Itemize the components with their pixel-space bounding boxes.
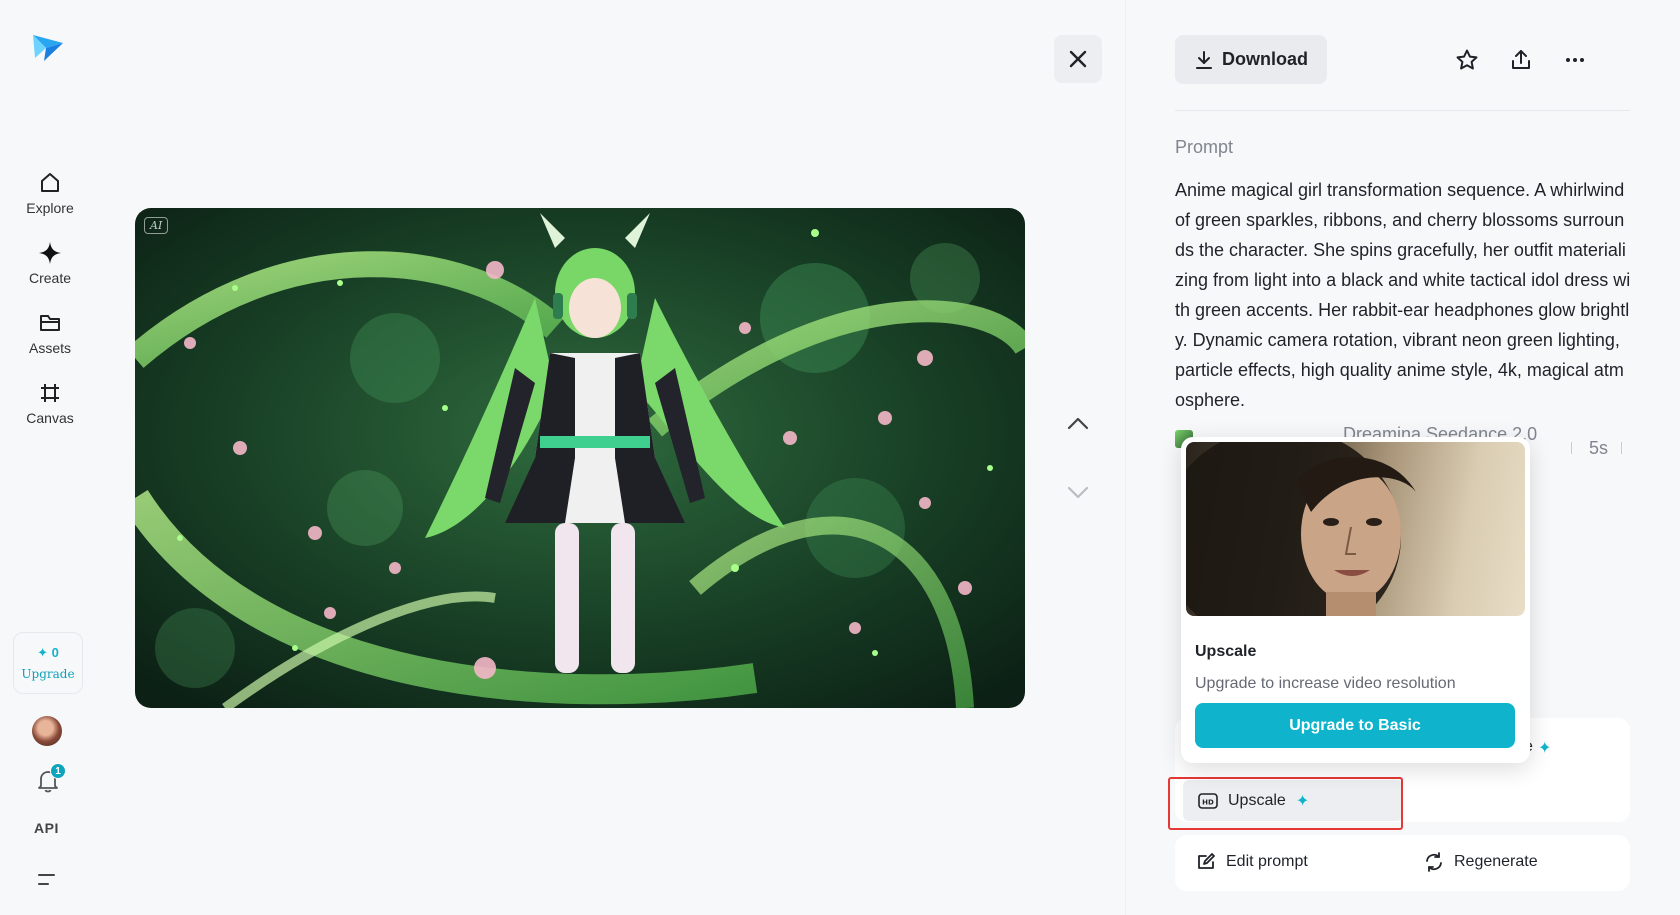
favorite-button[interactable] bbox=[1454, 47, 1480, 73]
hd-icon: HD bbox=[1198, 792, 1218, 809]
header-divider bbox=[1175, 110, 1630, 111]
more-options-button[interactable] bbox=[1562, 47, 1588, 73]
sidebar-item-explore[interactable]: Explore bbox=[0, 170, 100, 240]
api-link[interactable]: API bbox=[34, 820, 59, 836]
upscale-preview-image bbox=[1186, 442, 1525, 616]
sparkle-icon bbox=[37, 240, 63, 266]
prompt-text: Anime magical girl transformation sequen… bbox=[1175, 180, 1631, 410]
folder-icon bbox=[37, 310, 63, 336]
sidebar-item-label: Canvas bbox=[26, 410, 74, 426]
ai-generated-badge: AI bbox=[144, 217, 169, 234]
home-icon bbox=[37, 170, 63, 196]
generated-video-frame bbox=[135, 208, 1025, 708]
sidebar-item-label: Explore bbox=[26, 200, 74, 216]
close-button[interactable] bbox=[1054, 35, 1102, 83]
sidebar-item-create[interactable]: Create bbox=[0, 240, 100, 310]
app-logo[interactable] bbox=[30, 30, 66, 66]
refresh-icon bbox=[1426, 852, 1442, 872]
meta-separator bbox=[1621, 442, 1622, 454]
sidebar-item-assets[interactable]: Assets bbox=[0, 310, 100, 380]
notification-badge: 1 bbox=[50, 763, 66, 779]
svg-text:HD: HD bbox=[1202, 798, 1214, 806]
sidebar: Explore Create Assets Canvas ✦ 0 Upgrade bbox=[0, 0, 100, 915]
sidebar-nav: Explore Create Assets Canvas bbox=[0, 170, 100, 450]
upscale-upgrade-popover: Upscale Upgrade to increase video resolu… bbox=[1181, 437, 1530, 763]
upgrade-card[interactable]: ✦ 0 Upgrade bbox=[13, 632, 83, 694]
share-icon bbox=[1512, 50, 1530, 69]
star-icon bbox=[1456, 49, 1478, 70]
upgrade-label: Upgrade bbox=[21, 667, 75, 681]
upscale-button[interactable]: HD Upscale ✦ bbox=[1183, 780, 1403, 821]
panel-divider bbox=[1125, 0, 1126, 915]
avatar[interactable] bbox=[32, 716, 62, 746]
meta-separator bbox=[1571, 442, 1572, 454]
sidebar-item-label: Create bbox=[28, 270, 72, 286]
popover-title: Upscale bbox=[1195, 643, 1257, 660]
premium-sparkle-icon: ✦ bbox=[1295, 792, 1310, 810]
more-icon bbox=[1566, 58, 1584, 62]
edit-prompt-button[interactable]: Edit prompt bbox=[1196, 852, 1308, 872]
sidebar-item-canvas[interactable]: Canvas bbox=[0, 380, 100, 450]
duration-value: 5s bbox=[1589, 438, 1609, 458]
close-icon bbox=[1069, 50, 1087, 68]
sparkle-icon: ✦ bbox=[1538, 740, 1552, 757]
upscale-label: Upscale bbox=[1228, 791, 1286, 809]
next-item-button[interactable] bbox=[1064, 478, 1092, 506]
previous-item-button[interactable] bbox=[1064, 410, 1092, 438]
edit-icon bbox=[1198, 853, 1215, 869]
upgrade-to-basic-button[interactable]: Upgrade to Basic bbox=[1195, 703, 1515, 748]
crop-icon bbox=[37, 380, 63, 406]
share-button[interactable] bbox=[1508, 47, 1534, 73]
popover-description: Upgrade to increase video resolution bbox=[1195, 675, 1456, 692]
sidebar-item-label: Assets bbox=[28, 340, 71, 356]
regenerate-label: Regenerate bbox=[1454, 853, 1538, 870]
menu-icon[interactable] bbox=[37, 872, 57, 888]
credit-sparkle-icon: ✦ bbox=[37, 645, 49, 660]
prompt-label: Prompt bbox=[1175, 137, 1234, 157]
credits-count: ✦ 0 bbox=[37, 645, 59, 660]
download-label: Download bbox=[1222, 49, 1308, 69]
download-button[interactable]: Download bbox=[1175, 35, 1327, 84]
video-preview[interactable]: AI bbox=[135, 208, 1025, 708]
edit-prompt-label: Edit prompt bbox=[1226, 853, 1308, 870]
download-icon bbox=[1196, 50, 1212, 69]
regenerate-button[interactable]: Regenerate bbox=[1424, 852, 1538, 872]
